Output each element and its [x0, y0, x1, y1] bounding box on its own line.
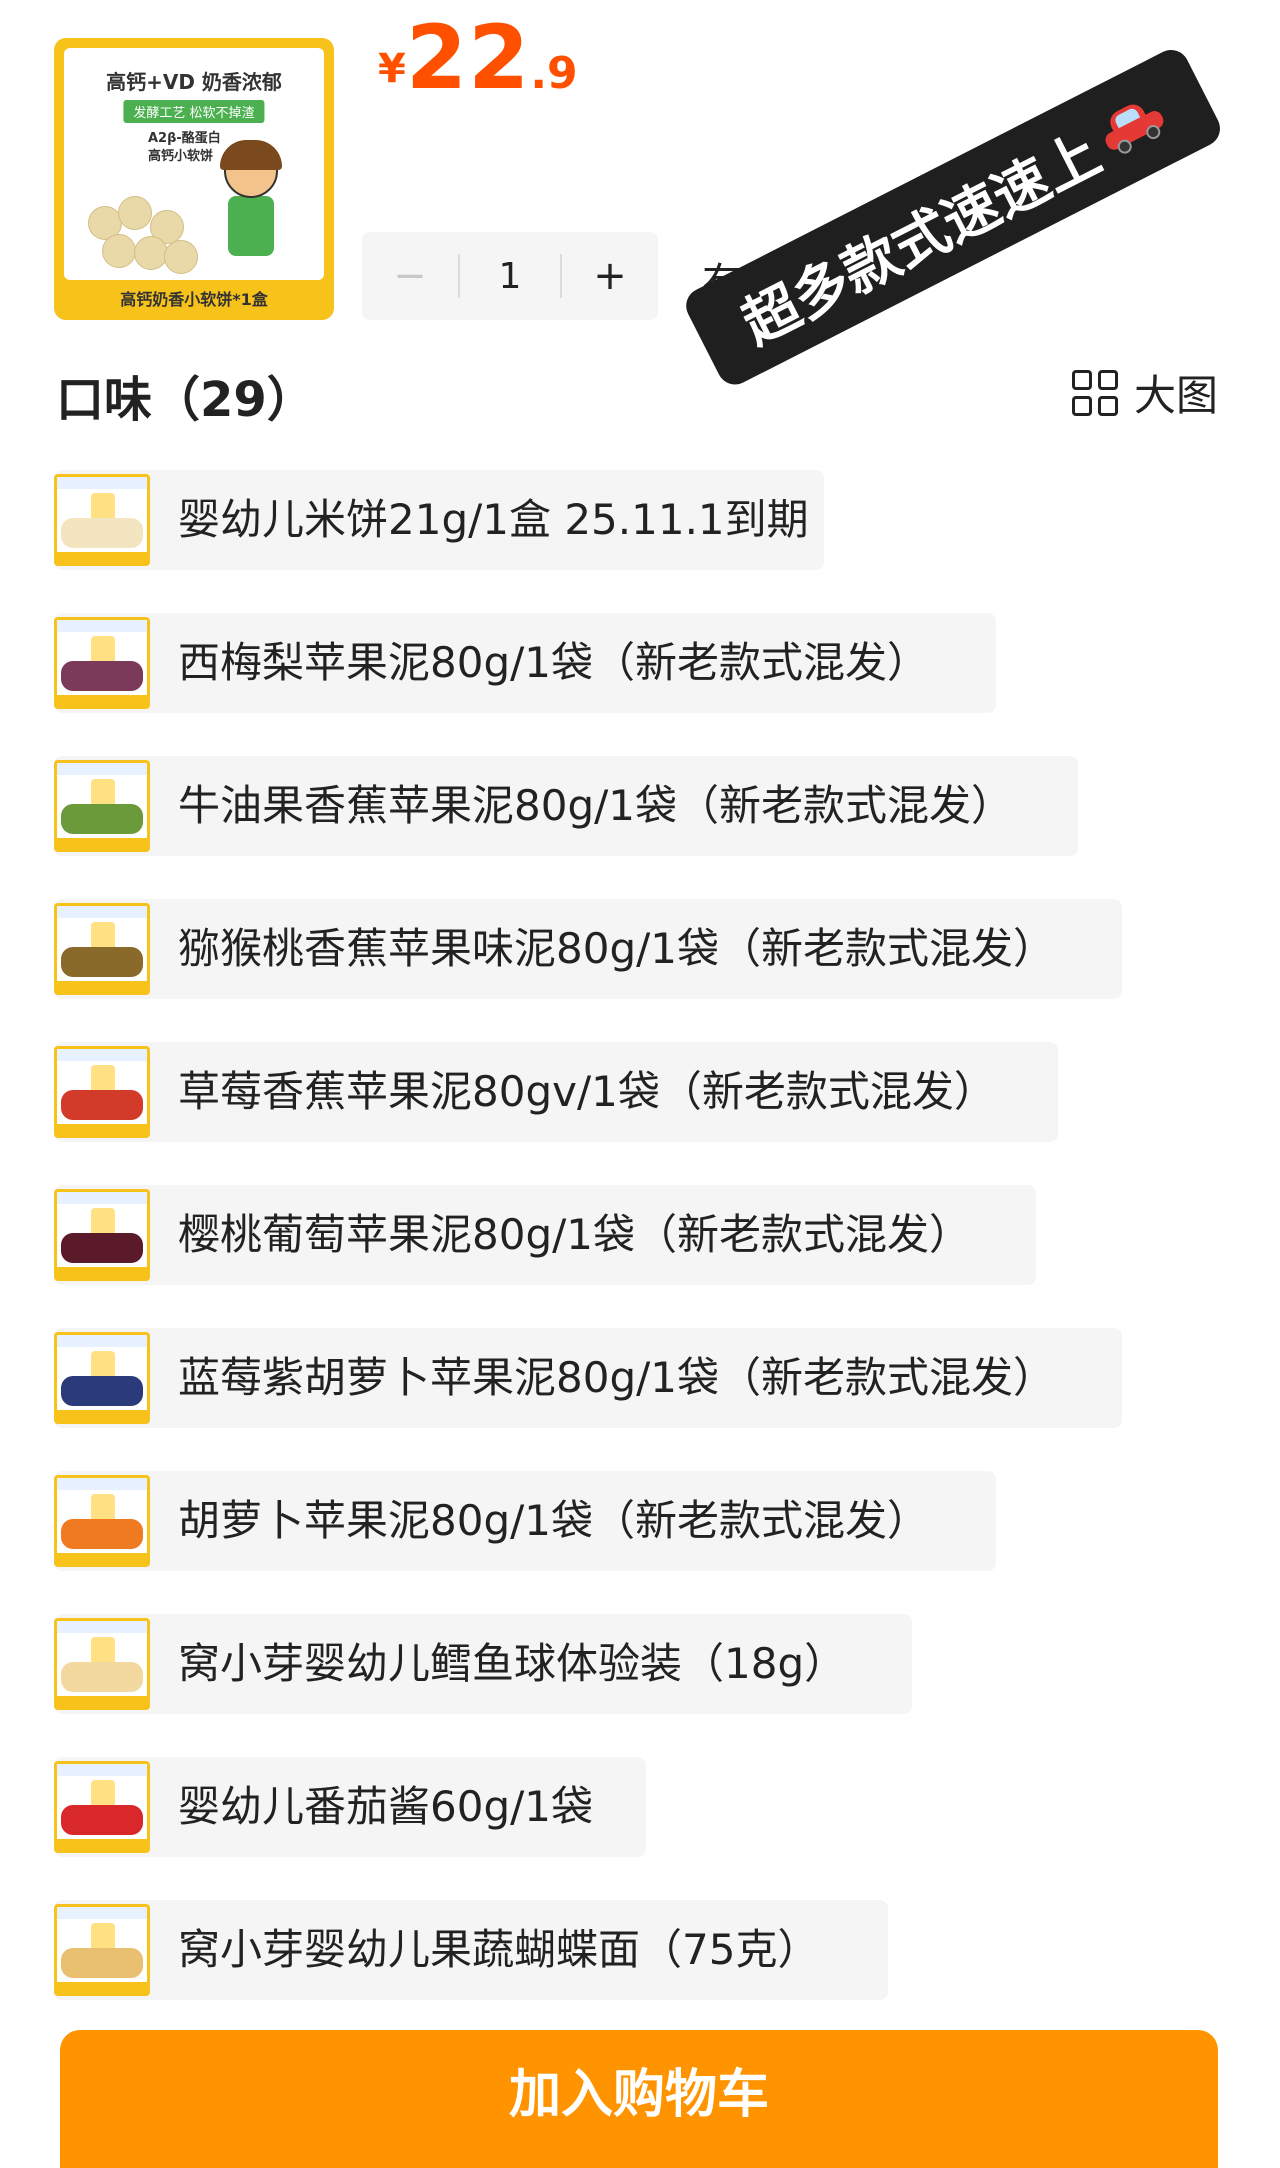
cartoon-girl-illustration [214, 140, 294, 276]
variant-fruit-image [61, 804, 143, 834]
variant-fruit-image [61, 1805, 143, 1835]
variant-thumbnail [54, 1475, 150, 1567]
variant-fruit-image [61, 1948, 143, 1978]
variant-thumbnail [54, 617, 150, 709]
variant-thumbnail [54, 1904, 150, 1996]
variant-thumbnail [54, 903, 150, 995]
large-view-toggle[interactable]: 大图 [1072, 362, 1218, 423]
variant-label: 婴幼儿米饼21g/1盒 25.11.1到期 [178, 495, 809, 544]
variant-option[interactable]: 西梅梨苹果泥80g/1袋（新老款式混发） [54, 613, 996, 713]
quantity-value[interactable]: 1 [460, 256, 560, 297]
variant-option[interactable]: 婴幼儿米饼21g/1盒 25.11.1到期 [54, 470, 824, 570]
product-image: 高钙+VD 奶香浓郁 发酵工艺 松软不掉渣 A2β-酪蛋白 高钙小软饼 [64, 48, 324, 280]
increase-button[interactable]: + [562, 232, 658, 320]
price-currency: ¥ [378, 46, 406, 92]
variant-option[interactable]: 樱桃葡萄苹果泥80g/1袋（新老款式混发） [54, 1185, 1036, 1285]
quantity-stepper: − 1 + [362, 232, 658, 320]
price-decimal: .9 [530, 48, 578, 99]
variant-option[interactable]: 窝小芽婴幼儿果蔬蝴蝶面（75克） [54, 1900, 888, 2000]
thumb-title: 高钙+VD 奶香浓郁 [106, 70, 282, 94]
variant-thumbnail [54, 1046, 150, 1138]
variant-option[interactable]: 牛油果香蕉苹果泥80g/1袋（新老款式混发） [54, 756, 1078, 856]
decrease-button[interactable]: − [362, 232, 458, 320]
variant-thumbnail [54, 1332, 150, 1424]
car-icon [1093, 91, 1172, 160]
variant-thumbnail [54, 760, 150, 852]
promo-sticker: 超多款式速速上 [680, 43, 1227, 391]
price: ¥22.9 [378, 6, 578, 109]
snack-balls-illustration [88, 186, 198, 276]
variant-label: 樱桃葡萄苹果泥80g/1袋（新老款式混发） [178, 1210, 971, 1259]
variant-label: 西梅梨苹果泥80g/1袋（新老款式混发） [178, 638, 929, 687]
variant-fruit-image [61, 518, 143, 548]
variant-option[interactable]: 婴幼儿番茄酱60g/1袋 [54, 1757, 646, 1857]
variant-fruit-image [61, 1519, 143, 1549]
thumb-tag: 发酵工艺 松软不掉渣 [123, 100, 265, 123]
variant-option[interactable]: 猕猴桃香蕉苹果味泥80g/1袋（新老款式混发） [54, 899, 1122, 999]
variant-label: 窝小芽婴幼儿果蔬蝴蝶面（75克） [178, 1925, 820, 1974]
flavor-title: 口味（29） [56, 372, 315, 428]
variant-thumbnail [54, 1618, 150, 1710]
variant-label: 婴幼儿番茄酱60g/1袋 [178, 1782, 593, 1831]
variant-thumbnail [54, 1761, 150, 1853]
grid-icon [1072, 369, 1118, 416]
variant-fruit-image [61, 1090, 143, 1120]
product-thumbnail[interactable]: 高钙+VD 奶香浓郁 发酵工艺 松软不掉渣 A2β-酪蛋白 高钙小软饼 高钙奶香… [54, 38, 334, 320]
variant-label: 猕猴桃香蕉苹果味泥80g/1袋（新老款式混发） [178, 924, 1055, 973]
promo-text: 超多款式速速上 [732, 120, 1111, 357]
variant-fruit-image [61, 1376, 143, 1406]
variant-label: 草莓香蕉苹果泥80gv/1袋（新老款式混发） [178, 1067, 996, 1116]
variant-label: 胡萝卜苹果泥80g/1袋（新老款式混发） [178, 1496, 929, 1545]
variant-label: 蓝莓紫胡萝卜苹果泥80g/1袋（新老款式混发） [178, 1353, 1055, 1402]
variant-option[interactable]: 草莓香蕉苹果泥80gv/1袋（新老款式混发） [54, 1042, 1058, 1142]
large-view-label: 大图 [1134, 371, 1219, 420]
variant-fruit-image [61, 947, 143, 977]
variant-fruit-image [61, 1662, 143, 1692]
thumb-caption: 高钙奶香小软饼*1盒 [120, 290, 268, 309]
variant-option[interactable]: 胡萝卜苹果泥80g/1袋（新老款式混发） [54, 1471, 996, 1571]
variant-label: 窝小芽婴幼儿鳕鱼球体验装（18g） [178, 1639, 847, 1688]
variant-option[interactable]: 蓝莓紫胡萝卜苹果泥80g/1袋（新老款式混发） [54, 1328, 1122, 1428]
variant-option[interactable]: 窝小芽婴幼儿鳕鱼球体验装（18g） [54, 1614, 912, 1714]
add-to-cart-button[interactable]: 加入购物车 [60, 2030, 1218, 2168]
variant-thumbnail [54, 474, 150, 566]
variant-fruit-image [61, 661, 143, 691]
variant-fruit-image [61, 1233, 143, 1263]
variant-thumbnail [54, 1189, 150, 1281]
price-integer: 22 [405, 6, 531, 109]
variant-label: 牛油果香蕉苹果泥80g/1袋（新老款式混发） [178, 781, 1013, 830]
